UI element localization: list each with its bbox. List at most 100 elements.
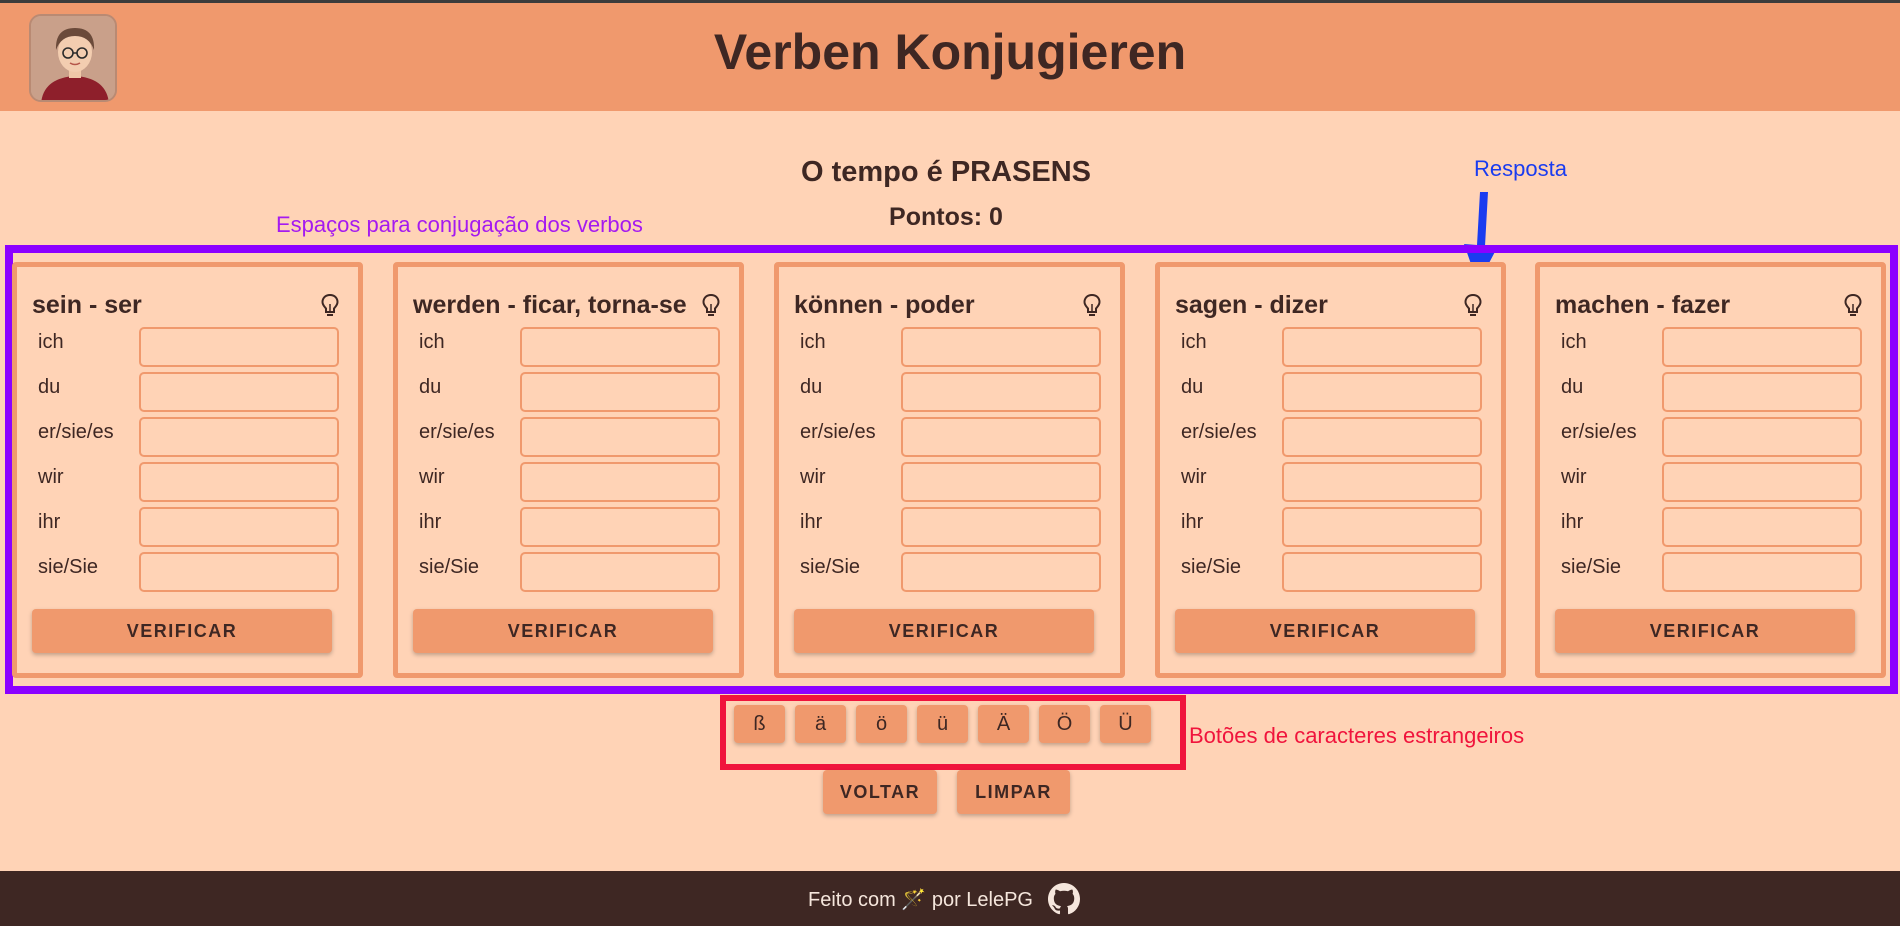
pronoun-label: ich bbox=[419, 331, 445, 353]
footer: Feito com 🪄 por LelePG bbox=[0, 871, 1900, 926]
app-header: Verben Konjugieren bbox=[0, 3, 1900, 111]
conjugation-input[interactable] bbox=[901, 372, 1101, 412]
pronoun-label: ich bbox=[1181, 331, 1207, 353]
pronoun-label: wir bbox=[1181, 466, 1207, 488]
conjugation-input[interactable] bbox=[901, 327, 1101, 367]
pronoun-label: du bbox=[800, 376, 823, 398]
pronoun-label: sie/Sie bbox=[1561, 556, 1622, 578]
pronoun-label: ich bbox=[38, 331, 64, 353]
conjugation-row: ich bbox=[1175, 327, 1485, 369]
conjugation-row: ihr bbox=[1175, 507, 1485, 549]
conjugation-input[interactable] bbox=[139, 417, 339, 457]
pronoun-label: ihr bbox=[800, 511, 823, 533]
conjugation-row: er/sie/es bbox=[32, 417, 342, 459]
pronoun-label: du bbox=[1181, 376, 1204, 398]
pronoun-label: du bbox=[419, 376, 442, 398]
verify-button[interactable]: VERIFICAR bbox=[1175, 609, 1475, 653]
lightbulb-icon[interactable] bbox=[1082, 293, 1102, 319]
conjugation-row: sie/Sie bbox=[1175, 552, 1485, 594]
conjugation-input[interactable] bbox=[1282, 507, 1482, 547]
conjugation-input[interactable] bbox=[1662, 552, 1862, 592]
conjugation-row: du bbox=[32, 372, 342, 414]
special-char-button[interactable]: Ö bbox=[1039, 705, 1090, 743]
conjugation-row: wir bbox=[1555, 462, 1865, 504]
special-char-button[interactable]: ü bbox=[917, 705, 968, 743]
special-char-button[interactable]: ä bbox=[795, 705, 846, 743]
conjugation-input[interactable] bbox=[1282, 417, 1482, 457]
verb-card-title: können - poder bbox=[794, 291, 975, 319]
conjugation-input[interactable] bbox=[520, 327, 720, 367]
verb-card: sagen - dizer ich du er/sie/es wir ihr sie/Sie… bbox=[1155, 262, 1506, 678]
conjugation-input[interactable] bbox=[1662, 507, 1862, 547]
pronoun-label: er/sie/es bbox=[419, 421, 495, 443]
conjugation-row: ihr bbox=[1555, 507, 1865, 549]
pronoun-label: sie/Sie bbox=[800, 556, 861, 578]
conjugation-input[interactable] bbox=[139, 462, 339, 502]
conjugation-row: er/sie/es bbox=[794, 417, 1104, 459]
conjugation-row: sie/Sie bbox=[794, 552, 1104, 594]
conjugation-row: du bbox=[794, 372, 1104, 414]
conjugation-input[interactable] bbox=[1282, 372, 1482, 412]
verb-card-title: werden - ficar, torna-se bbox=[413, 291, 687, 319]
conjugation-input[interactable] bbox=[901, 552, 1101, 592]
tense-heading: O tempo é PRASENS bbox=[800, 156, 1092, 188]
conjugation-input[interactable] bbox=[1662, 327, 1862, 367]
pronoun-label: er/sie/es bbox=[38, 421, 114, 443]
conjugation-input[interactable] bbox=[139, 372, 339, 412]
conjugation-row: sie/Sie bbox=[1555, 552, 1865, 594]
clear-button[interactable]: LIMPAR bbox=[957, 770, 1070, 814]
lightbulb-icon[interactable] bbox=[1843, 293, 1863, 319]
lightbulb-icon[interactable] bbox=[320, 293, 340, 319]
back-button[interactable]: VOLTAR bbox=[823, 770, 937, 814]
verb-card: werden - ficar, torna-se ich du er/sie/es wi… bbox=[393, 262, 744, 678]
pronoun-label: wir bbox=[38, 466, 64, 488]
special-char-button[interactable]: Ä bbox=[978, 705, 1029, 743]
conjugation-input[interactable] bbox=[1282, 327, 1482, 367]
github-icon[interactable] bbox=[1048, 883, 1080, 915]
conjugation-input[interactable] bbox=[901, 507, 1101, 547]
verb-card-title: machen - fazer bbox=[1555, 291, 1731, 319]
conjugation-input[interactable] bbox=[520, 552, 720, 592]
conjugation-input[interactable] bbox=[1662, 462, 1862, 502]
conjugation-row: er/sie/es bbox=[1175, 417, 1485, 459]
conjugation-input[interactable] bbox=[139, 507, 339, 547]
pronoun-label: ihr bbox=[38, 511, 61, 533]
conjugation-row: ihr bbox=[413, 507, 723, 549]
conjugation-input[interactable] bbox=[1662, 372, 1862, 412]
special-char-button[interactable]: ö bbox=[856, 705, 907, 743]
conjugation-input[interactable] bbox=[520, 507, 720, 547]
verify-button[interactable]: VERIFICAR bbox=[32, 609, 332, 653]
pronoun-label: sie/Sie bbox=[419, 556, 480, 578]
lightbulb-icon[interactable] bbox=[701, 293, 721, 319]
conjugation-row: ich bbox=[794, 327, 1104, 369]
conjugation-input[interactable] bbox=[1282, 462, 1482, 502]
verb-card-title: sein - ser bbox=[32, 291, 142, 319]
conjugation-input[interactable] bbox=[901, 462, 1101, 502]
conjugation-input[interactable] bbox=[139, 327, 339, 367]
pronoun-label: du bbox=[1561, 376, 1584, 398]
conjugation-row: sie/Sie bbox=[413, 552, 723, 594]
conjugation-row: wir bbox=[32, 462, 342, 504]
conjugation-input[interactable] bbox=[901, 417, 1101, 457]
pronoun-label: sie/Sie bbox=[1181, 556, 1242, 578]
verb-card: sein - ser ich du er/sie/es wir ihr sie/Sie VER… bbox=[12, 262, 363, 678]
pronoun-label: wir bbox=[800, 466, 826, 488]
conjugation-input[interactable] bbox=[520, 417, 720, 457]
verify-button[interactable]: VERIFICAR bbox=[1555, 609, 1855, 653]
lightbulb-icon[interactable] bbox=[1463, 293, 1483, 319]
verb-card-title: sagen - dizer bbox=[1175, 291, 1328, 319]
conjugation-input[interactable] bbox=[1662, 417, 1862, 457]
verify-button[interactable]: VERIFICAR bbox=[413, 609, 713, 653]
conjugation-input[interactable] bbox=[1282, 552, 1482, 592]
pronoun-label: sie/Sie bbox=[38, 556, 99, 578]
conjugation-row: ihr bbox=[794, 507, 1104, 549]
conjugation-row: sie/Sie bbox=[32, 552, 342, 594]
conjugation-input[interactable] bbox=[520, 372, 720, 412]
annotation-chars: Botões de caracteres estrangeiros bbox=[1189, 723, 1525, 748]
conjugation-input[interactable] bbox=[520, 462, 720, 502]
conjugation-input[interactable] bbox=[139, 552, 339, 592]
special-char-button[interactable]: ß bbox=[734, 705, 785, 743]
conjugation-row: du bbox=[1175, 372, 1485, 414]
special-char-button[interactable]: Ü bbox=[1100, 705, 1151, 743]
verify-button[interactable]: VERIFICAR bbox=[794, 609, 1094, 653]
